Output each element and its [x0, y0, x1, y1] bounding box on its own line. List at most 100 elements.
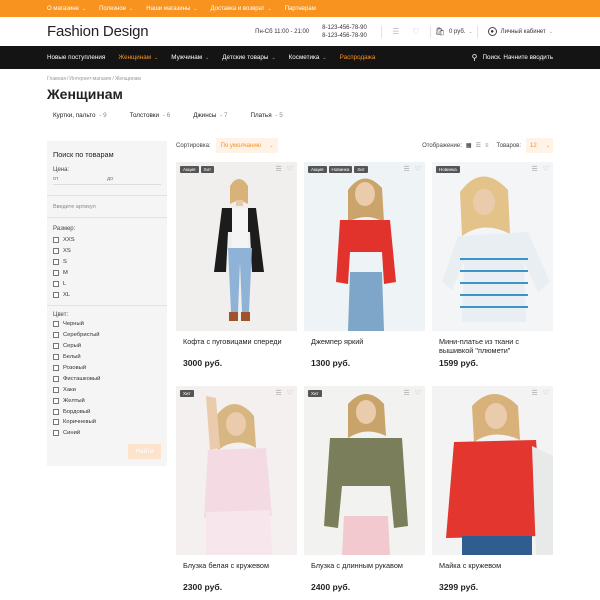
color-checkbox[interactable]: Желтый [53, 395, 161, 406]
list-view-icon[interactable]: ☰ [476, 142, 481, 149]
topbar-link-partners[interactable]: Партнерам [285, 6, 316, 12]
model-photo [446, 394, 553, 555]
heart-icon[interactable]: ♡ [410, 26, 422, 38]
nav-item-cosmetics[interactable]: Косметика ⌄ [289, 54, 327, 61]
product-price: 2400 руб. [311, 582, 351, 592]
breadcrumb-shop[interactable]: Интернет-магазин [69, 76, 111, 82]
nav-item-sale[interactable]: Распродажа [340, 54, 376, 61]
product-image[interactable]: Акция Хит ☰ ♡ [176, 162, 297, 331]
nav-item-women[interactable]: Женщинам ⌄ [118, 54, 158, 61]
site-logo[interactable]: Fashion Design [47, 23, 149, 40]
chevron-down-icon: ⌄ [322, 54, 327, 61]
model-photo [204, 396, 272, 555]
breadcrumb-current: Женщинам [114, 76, 141, 82]
account-button[interactable]: ● Личный кабинет ⌄ [487, 27, 553, 36]
price-to-input[interactable]: до [107, 176, 161, 185]
nav-item-new[interactable]: Новые поступления [47, 54, 105, 61]
color-checkbox[interactable]: Хаки [53, 384, 161, 395]
compare-icon[interactable]: ☰ [403, 165, 409, 173]
topbar-link-useful[interactable]: Полезное ⌄ [99, 6, 133, 12]
product-name[interactable]: Мини-платье из ткани с вышивкой "плюмети… [432, 337, 553, 356]
size-checkbox-l[interactable]: L [53, 278, 161, 289]
product-card[interactable]: Новинка ☰ ♡ Мини-платье из ткани с вышивк… [432, 162, 553, 368]
compare-icon[interactable]: ☰ [403, 389, 409, 397]
phone-1[interactable]: 8-123-456-78-90 [322, 24, 367, 32]
color-checkbox[interactable]: Синий [53, 428, 161, 439]
status-badge: Хит [354, 166, 368, 173]
heart-icon[interactable]: ♡ [543, 165, 549, 173]
goods-select[interactable]: 12 ⌄ [526, 138, 553, 153]
table-view-icon[interactable]: ≡ [485, 143, 489, 149]
filter-panel: Поиск по товарам Цена: от до Введите арт… [47, 141, 167, 466]
product-name[interactable]: Майка с кружевом [432, 561, 553, 580]
compare-icon[interactable]: ☰ [531, 165, 537, 173]
color-checkbox[interactable]: Бордовый [53, 406, 161, 417]
heart-icon[interactable]: ♡ [543, 389, 549, 397]
chevron-down-icon: ⌄ [271, 54, 276, 61]
product-card[interactable]: Хит ☰ ♡ Блузка с длинным рукавом 2400 руб… [304, 386, 425, 592]
heart-icon[interactable]: ♡ [287, 389, 293, 397]
find-button[interactable]: Найти [128, 444, 161, 459]
product-name[interactable]: Джемпер яркий [304, 337, 425, 356]
grid-view-icon[interactable]: ▦ [466, 142, 472, 149]
badge-group: Новинка [436, 166, 462, 173]
phone-2[interactable]: 8-123-456-78-90 [322, 32, 367, 40]
subcategory-dresses[interactable]: Платья - 5 [250, 112, 282, 119]
color-checkbox[interactable]: Розовый [53, 363, 161, 374]
article-input[interactable]: Введите артикул [53, 196, 161, 217]
product-image[interactable]: Хит ☰ ♡ [176, 386, 297, 555]
status-badge: Акция [308, 166, 327, 173]
chevron-down-icon: ⌄ [545, 142, 550, 149]
size-checkbox-m[interactable]: M [53, 267, 161, 278]
divider [380, 25, 382, 38]
product-image[interactable]: Новинка ☰ ♡ [432, 162, 553, 331]
color-checkbox[interactable]: Черный [53, 319, 161, 330]
product-price: 1300 руб. [311, 358, 351, 368]
product-card[interactable]: Хит ☰ ♡ Блузка белая с кружевом 2300 руб. [176, 386, 297, 592]
compare-icon[interactable]: ☰ [275, 389, 281, 397]
product-name[interactable]: Кофта с пуговицами спереди [176, 337, 297, 356]
color-checkbox[interactable]: Серый [53, 341, 161, 352]
cart-button[interactable]: 🛍 0 руб. ⌄ [435, 27, 473, 36]
color-checkbox[interactable]: Серебристый [53, 330, 161, 341]
cart-total: 0 руб. [449, 28, 466, 35]
nav-item-men[interactable]: Мужчинам ⌄ [171, 54, 209, 61]
product-card[interactable]: ☰ ♡ Майка с кружевом 3299 руб. [432, 386, 553, 592]
price-from-input[interactable]: от [53, 176, 107, 185]
badge-group: Акция Новинка Хит [308, 166, 370, 173]
topbar-link-about[interactable]: О магазине ⌄ [47, 6, 86, 12]
size-checkbox-xxs[interactable]: XXS [53, 234, 161, 245]
subcategory-hoodies[interactable]: Толстовки - 6 [130, 112, 171, 119]
heart-icon[interactable]: ♡ [415, 165, 421, 173]
sort-select[interactable]: По умолчанию ⌄ [215, 138, 278, 153]
topbar-link-stores[interactable]: Наши магазины ⌄ [146, 6, 197, 12]
compare-icon[interactable]: ☰ [390, 26, 402, 38]
product-image[interactable]: Акция Новинка Хит ☰ ♡ [304, 162, 425, 331]
product-card[interactable]: Акция Новинка Хит ☰ ♡ Джемпер яркий 1300 … [304, 162, 425, 368]
chevron-down-icon: ⌄ [81, 5, 87, 12]
compare-icon[interactable]: ☰ [275, 165, 281, 173]
product-image[interactable]: ☰ ♡ [432, 386, 553, 555]
heart-icon[interactable]: ♡ [415, 389, 421, 397]
product-card[interactable]: Акция Хит ☰ ♡ Кофта с пуговицами спереди … [176, 162, 297, 368]
size-checkbox-s[interactable]: S [53, 256, 161, 267]
color-checkbox[interactable]: Белый [53, 352, 161, 363]
subcategory-jackets[interactable]: Куртки, пальто - 9 [53, 112, 107, 119]
size-checkbox-xl[interactable]: XL [53, 289, 161, 300]
nav-item-kids[interactable]: Детские товары ⌄ [222, 54, 275, 61]
divider [47, 305, 167, 306]
color-checkbox[interactable]: Фисташковый [53, 373, 161, 384]
product-name[interactable]: Блузка с длинным рукавом [304, 561, 425, 580]
product-image[interactable]: Хит ☰ ♡ [304, 386, 425, 555]
topbar-link-delivery[interactable]: Доставка и возврат ⌄ [210, 6, 271, 12]
breadcrumb: Главная/Интернет-магазин/Женщинам [47, 76, 141, 82]
subcategory-jeans[interactable]: Джинсы - 7 [193, 112, 227, 119]
size-checkbox-xs[interactable]: XS [53, 245, 161, 256]
breadcrumb-home[interactable]: Главная [47, 76, 66, 82]
product-name[interactable]: Блузка белая с кружевом [176, 561, 297, 580]
model-photo [214, 179, 264, 321]
color-checkbox[interactable]: Коричневый [53, 417, 161, 428]
search-input[interactable]: ⚲ Поиск. Начните вводить [472, 53, 553, 62]
heart-icon[interactable]: ♡ [287, 165, 293, 173]
compare-icon[interactable]: ☰ [531, 389, 537, 397]
